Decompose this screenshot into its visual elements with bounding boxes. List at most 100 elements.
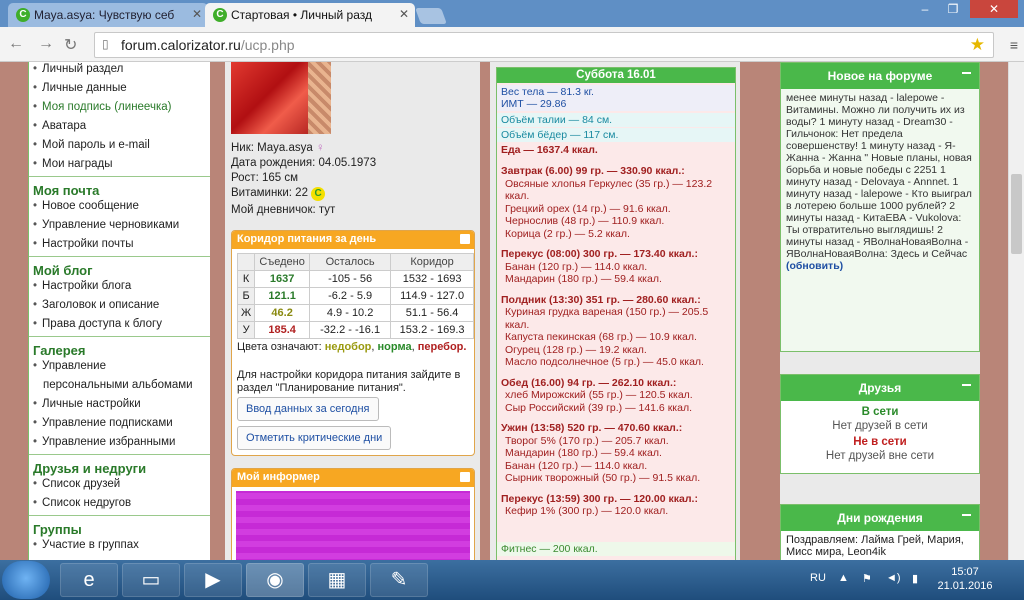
clock[interactable]: 15:07 21.01.2016 — [935, 565, 995, 593]
tray-flag-icon[interactable]: ⚑ — [862, 572, 872, 585]
left-sidebar: Личный разделЛичные данныеМоя подпись (л… — [28, 62, 210, 560]
volume-icon[interactable]: ◄) — [886, 572, 901, 584]
sidebar-section-title[interactable]: Мой блог — [29, 256, 210, 279]
minimize-icon[interactable] — [962, 384, 971, 386]
informer-image — [236, 491, 470, 560]
table-row: К 1637 -105 - 56 1532 - 1693 — [236, 270, 474, 288]
food-item: Сыр Российский (39 гр.) — 141.6 ккал. — [505, 401, 692, 414]
url-path: /ucp.php — [240, 37, 295, 53]
nick-label: Ник: — [231, 142, 254, 154]
sidebar-item[interactable]: Управление избранными — [29, 435, 210, 454]
sidebar-item[interactable]: Личные данные — [29, 81, 210, 100]
reload-icon[interactable]: ↻ — [64, 35, 77, 55]
tab-2-active[interactable]: C Стартовая • Личный разд ✕ — [205, 3, 415, 27]
language-indicator[interactable]: RU — [810, 572, 826, 584]
sidebar-item[interactable]: Заголовок и описание — [29, 298, 210, 317]
sidebar-item[interactable]: Управление подписками — [29, 416, 210, 435]
internet-explorer-icon[interactable]: e — [60, 563, 118, 597]
network-icon[interactable]: ▮ — [912, 572, 918, 585]
scrollbar-thumb[interactable] — [1011, 174, 1022, 254]
refresh-link[interactable]: (обновить) — [786, 260, 843, 272]
sidebar-item[interactable]: Новое сообщение — [29, 199, 210, 218]
enter-today-button[interactable]: Ввод данных за сегодня — [237, 397, 379, 421]
offline-empty: Нет друзей вне сети — [825, 450, 935, 462]
scrollbar[interactable] — [1008, 62, 1024, 560]
sidebar-item[interactable]: персональными альбомами — [29, 378, 210, 397]
corridor-note: Для настройки коридора питания зайдите в… — [237, 369, 461, 394]
maximize-icon[interactable]: ❐ — [940, 0, 966, 18]
sidebar-item[interactable]: Участие в группах — [29, 538, 210, 557]
food-item: Масло подсолнечное (5 гр.) — 45.0 ккал. — [505, 356, 704, 368]
close-icon[interactable]: ✕ — [399, 7, 409, 21]
sidebar-item[interactable]: Список друзей — [29, 477, 210, 496]
sidebar-item[interactable]: Управление — [29, 359, 210, 378]
online-empty: Нет друзей в сети — [832, 420, 928, 432]
sidebar-item[interactable]: Мои награды — [29, 157, 210, 176]
close-icon[interactable]: ✕ — [192, 7, 202, 21]
sidebar-item[interactable]: Управление черновиками — [29, 218, 210, 237]
sidebar-item[interactable]: Личные настройки — [29, 397, 210, 416]
tray-arrow-icon[interactable]: ▲ — [838, 572, 849, 584]
corridor-box: Коридор питания за день Съедено Осталось К… — [231, 230, 475, 456]
forum-new-box: Новое на форуме менее минуты назад - lal… — [780, 62, 980, 352]
sidebar-item[interactable]: Настройки почты — [29, 237, 210, 256]
window-close-icon[interactable]: ✕ — [970, 0, 1018, 18]
fitness-row: Фитнес — 200 ккал. — [497, 542, 735, 556]
bmi-row: ИМТ — 29.86 — [497, 97, 735, 111]
forum-new-header: Новое на форуме — [781, 63, 979, 89]
birth-value: 04.05.1973 — [318, 157, 377, 169]
minimize-icon[interactable] — [962, 514, 971, 516]
minimize-icon[interactable] — [460, 472, 470, 482]
informer-title: Мой информер — [237, 471, 320, 483]
female-icon: ♀ — [315, 142, 325, 154]
table-row: Ж 46.2 4.9 - 10.2 51.1 - 56.4 — [236, 304, 474, 322]
tab-1[interactable]: C Maya.asya: Чувствую себ ✕ — [8, 3, 208, 27]
minimize-icon[interactable]: – — [912, 0, 938, 18]
minimize-icon[interactable] — [962, 72, 971, 74]
sidebar-list: Личный разделЛичные данныеМоя подпись (л… — [29, 62, 210, 557]
film-app-icon[interactable]: ▦ — [308, 563, 366, 597]
informer-box: Мой информер — [231, 468, 475, 560]
height-label: Рост: — [231, 172, 259, 184]
back-icon[interactable]: ← — [8, 35, 24, 53]
critical-days-button[interactable]: Отметить критические дни — [237, 426, 392, 450]
sidebar-item[interactable]: Мой пароль и e-mail — [29, 138, 210, 157]
sidebar-section-title[interactable]: Галерея — [29, 336, 210, 359]
friends-box: Друзья В сети Нет друзей в сети Не в сет… — [780, 374, 980, 474]
sidebar-item[interactable]: Список недругов — [29, 496, 210, 515]
address-bar[interactable]: ▯ forum.calorizator.ru/ucp.php ★ — [94, 32, 994, 58]
diary-label: Мой дневничок: — [231, 204, 316, 216]
sidebar-item[interactable]: Личный раздел — [29, 62, 210, 81]
new-tab-button[interactable] — [415, 8, 447, 24]
forum-feed-text[interactable]: менее минуты назад - lalepowe - Витамины… — [786, 92, 972, 260]
diary-link[interactable]: тут — [319, 204, 335, 216]
tab-favicon: C — [16, 8, 30, 22]
sidebar-item[interactable]: Моя подпись (линеечка) — [29, 100, 210, 119]
chrome-icon[interactable]: ◉ — [246, 563, 304, 597]
sidebar-item[interactable]: Настройки блога — [29, 279, 210, 298]
paint-icon[interactable]: ✎ — [370, 563, 428, 597]
menu-icon[interactable]: ≡ — [1010, 37, 1018, 53]
taskbar: e ▭ ▶ ◉ ▦ ✎ RU ▲ ⚑ ◄) ▮ 15:07 21.01.2016 — [0, 560, 1024, 600]
col-corridor: Коридор — [390, 253, 474, 271]
media-player-icon[interactable]: ▶ — [184, 563, 242, 597]
nick-value[interactable]: Maya.asya — [257, 142, 313, 154]
forward-icon[interactable]: → — [38, 35, 54, 53]
col-left: Осталось — [309, 253, 392, 271]
sidebar-section-title[interactable]: Группы — [29, 515, 210, 538]
bookmark-star-icon[interactable]: ★ — [970, 35, 985, 55]
col-eaten: Съедено — [254, 253, 311, 271]
sidebar-section-title[interactable]: Друзья и недруги — [29, 454, 210, 477]
sidebar-item[interactable]: Аватара — [29, 119, 210, 138]
start-button[interactable] — [2, 561, 50, 599]
food-item: Корица (2 гр.) — 5.2 ккал. — [505, 227, 630, 240]
waist-row: Объём талии — 84 см. — [497, 113, 735, 127]
sidebar-item[interactable]: Права доступа к блогу — [29, 317, 210, 336]
sidebar-section-title[interactable]: Моя почта — [29, 176, 210, 199]
friends-header: Друзья — [781, 375, 979, 401]
tab-title: Maya.asya: Чувствую себ — [34, 8, 175, 22]
file-explorer-icon[interactable]: ▭ — [122, 563, 180, 597]
minimize-icon[interactable] — [460, 234, 470, 244]
birth-label: Дата рождения: — [231, 157, 316, 169]
birthdays-header: Дни рождения — [781, 505, 979, 531]
